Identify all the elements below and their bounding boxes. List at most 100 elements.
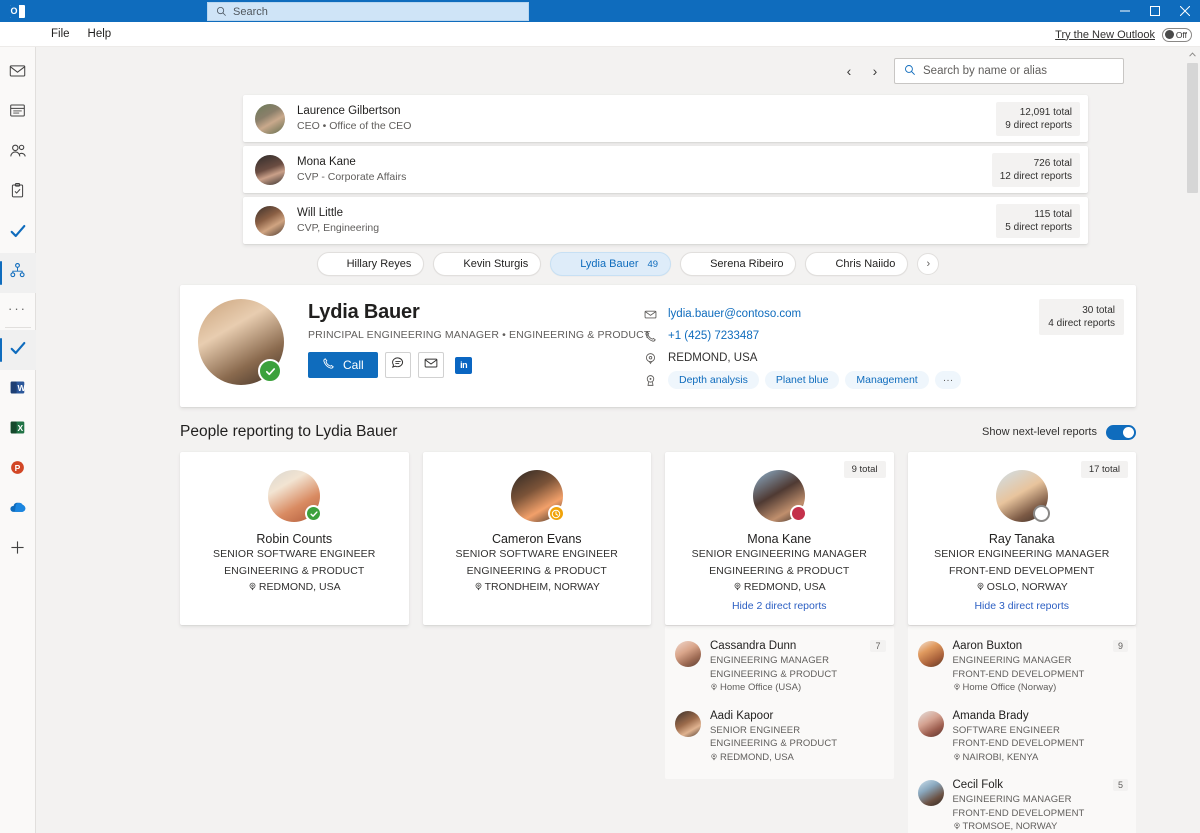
presence-available-icon [305, 505, 322, 522]
svg-text:W: W [18, 383, 27, 393]
chat-button[interactable] [385, 352, 411, 378]
avatar [809, 255, 828, 274]
report-card[interactable]: Cameron Evans SENIOR SOFTWARE ENGINEER E… [423, 452, 652, 625]
people-search-input[interactable]: Search by name or alias [894, 58, 1124, 84]
calendar-icon [9, 102, 26, 124]
linkedin-button[interactable]: in [451, 352, 477, 378]
hide-direct-reports-link[interactable]: Hide 2 direct reports [665, 600, 894, 612]
title-bar: Search [0, 0, 1200, 22]
location-icon [976, 580, 985, 597]
person-role: ENGINEERING MANAGER [953, 654, 1129, 668]
total-count: 12,091 total [1004, 106, 1072, 119]
rail-divider [5, 327, 31, 328]
menu-help[interactable]: Help [79, 22, 121, 47]
close-button[interactable] [1170, 0, 1200, 22]
next-level-toggle-group[interactable]: Show next-level reports [982, 425, 1136, 440]
report-count: 9 [1113, 640, 1128, 652]
app-word[interactable]: W [0, 370, 36, 410]
person-department: ENGINEERING & PRODUCT [710, 737, 886, 751]
skill-tag[interactable]: Management [845, 371, 928, 389]
avatar [918, 711, 944, 737]
direct-count: 12 direct reports [1000, 170, 1072, 183]
peers-next-button[interactable]: › [917, 253, 939, 275]
peer-chip-selected[interactable]: Lydia Bauer 49 [550, 252, 671, 276]
app-todo[interactable] [0, 330, 36, 370]
scrollbar-thumb[interactable] [1187, 63, 1198, 193]
report-card[interactable]: Robin Counts SENIOR SOFTWARE ENGINEER EN… [180, 452, 409, 625]
contact-phone[interactable]: +1 (425) 7233487 [668, 330, 759, 342]
report-count: 7 [870, 640, 885, 652]
hierarchy-row[interactable]: Laurence Gilbertson CEO • Office of the … [243, 95, 1088, 142]
hide-direct-reports-link[interactable]: Hide 3 direct reports [908, 600, 1137, 612]
list-item[interactable]: Aaron Buxton ENGINEERING MANAGER FRONT-E… [908, 632, 1137, 702]
report-card[interactable]: 9 total Mona Kane SENIOR ENGINEERING MAN… [665, 452, 894, 625]
location-icon [644, 352, 658, 365]
svg-text:P: P [15, 463, 21, 473]
location-text: TRONDHEIM, NORWAY [485, 581, 600, 593]
hierarchy-row[interactable]: Will Little CVP, Engineering 115 total 5… [243, 197, 1088, 244]
person-name: Mona Kane [665, 532, 894, 546]
location-text: Home Office (USA) [720, 682, 801, 693]
email-button[interactable] [418, 352, 444, 378]
peer-chip[interactable]: Serena Ribeiro [680, 252, 796, 276]
clipboard-icon [9, 182, 26, 204]
search-icon [216, 6, 227, 17]
back-button[interactable]: ‹ [836, 58, 862, 84]
vertical-scrollbar[interactable] [1184, 47, 1200, 833]
people-search-placeholder: Search by name or alias [923, 65, 1047, 77]
call-button[interactable]: Call [308, 352, 378, 378]
skill-tag[interactable]: Depth analysis [668, 371, 759, 389]
person-role: SENIOR SOFTWARE ENGINEER [180, 546, 409, 563]
contact-location-row: REDMOND, USA [644, 347, 961, 369]
list-item[interactable]: Amanda Brady SOFTWARE ENGINEER FRONT-END… [908, 702, 1137, 772]
sidebar-item-mail[interactable] [0, 53, 36, 93]
sidebar-item-people[interactable] [0, 133, 36, 173]
report-card[interactable]: 17 total Ray Tanaka SENIOR ENGINEERING M… [908, 452, 1137, 625]
person-name: Amanda Brady [953, 709, 1129, 724]
person-role: SENIOR ENGINEERING MANAGER [665, 546, 894, 563]
app-powerpoint[interactable]: P [0, 450, 36, 490]
peer-chip[interactable]: Chris Naiido [805, 252, 908, 276]
next-level-toggle[interactable] [1106, 425, 1136, 440]
report-column: Cameron Evans SENIOR SOFTWARE ENGINEER E… [423, 452, 652, 625]
list-item[interactable]: Cecil Folk ENGINEERING MANAGER FRONT-END… [908, 771, 1137, 833]
sidebar-item-todo[interactable] [0, 213, 36, 253]
person-location: NAIROBI, KENYA [953, 751, 1129, 766]
new-outlook-toggle[interactable]: Off [1162, 28, 1192, 42]
sidebar-item-tasks[interactable] [0, 173, 36, 213]
minimize-button[interactable] [1110, 0, 1140, 22]
app-add[interactable] [0, 530, 36, 570]
avatar [996, 470, 1048, 522]
hierarchy-chain: Laurence Gilbertson CEO • Office of the … [243, 95, 1088, 244]
contact-email[interactable]: lydia.bauer@contoso.com [668, 308, 801, 320]
app-excel[interactable]: X [0, 410, 36, 450]
hierarchy-row[interactable]: Mona Kane CVP - Corporate Affairs 726 to… [243, 146, 1088, 193]
contact-email-row[interactable]: lydia.bauer@contoso.com [644, 303, 961, 325]
person-department: FRONT-END DEVELOPMENT [953, 668, 1129, 682]
peer-name: Serena Ribeiro [710, 258, 783, 270]
scroll-up-button[interactable] [1184, 47, 1200, 61]
list-item[interactable]: Aadi Kapoor SENIOR ENGINEER ENGINEERING … [665, 702, 894, 772]
global-search-input[interactable]: Search [207, 2, 529, 21]
presence-away-icon [548, 505, 565, 522]
location-text: REDMOND, USA [259, 581, 341, 593]
skill-tag[interactable]: Planet blue [765, 371, 840, 389]
person-role: SENIOR ENGINEER [710, 724, 886, 738]
person-title: CVP - Corporate Affairs [297, 170, 992, 184]
menu-file[interactable]: File [42, 22, 79, 47]
list-item[interactable]: Cassandra Dunn ENGINEERING MANAGER ENGIN… [665, 632, 894, 702]
app-onedrive[interactable] [0, 490, 36, 530]
sidebar-item-more[interactable]: ··· [0, 293, 36, 323]
peer-chip[interactable]: Hillary Reyes [317, 252, 425, 276]
sidebar-item-org-chart[interactable] [0, 253, 36, 293]
person-title: CEO • Office of the CEO [297, 119, 996, 133]
skill-tags-more-button[interactable]: ··· [935, 371, 962, 389]
sidebar-item-calendar[interactable] [0, 93, 36, 133]
peer-chip[interactable]: Kevin Sturgis [433, 252, 541, 276]
try-new-outlook-control[interactable]: Try the New Outlook Off [1055, 22, 1192, 47]
avatar [753, 470, 805, 522]
forward-button[interactable]: › [862, 58, 888, 84]
contact-phone-row[interactable]: +1 (425) 7233487 [644, 325, 961, 347]
maximize-button[interactable] [1140, 0, 1170, 22]
total-count-badge: 17 total [1081, 461, 1128, 478]
